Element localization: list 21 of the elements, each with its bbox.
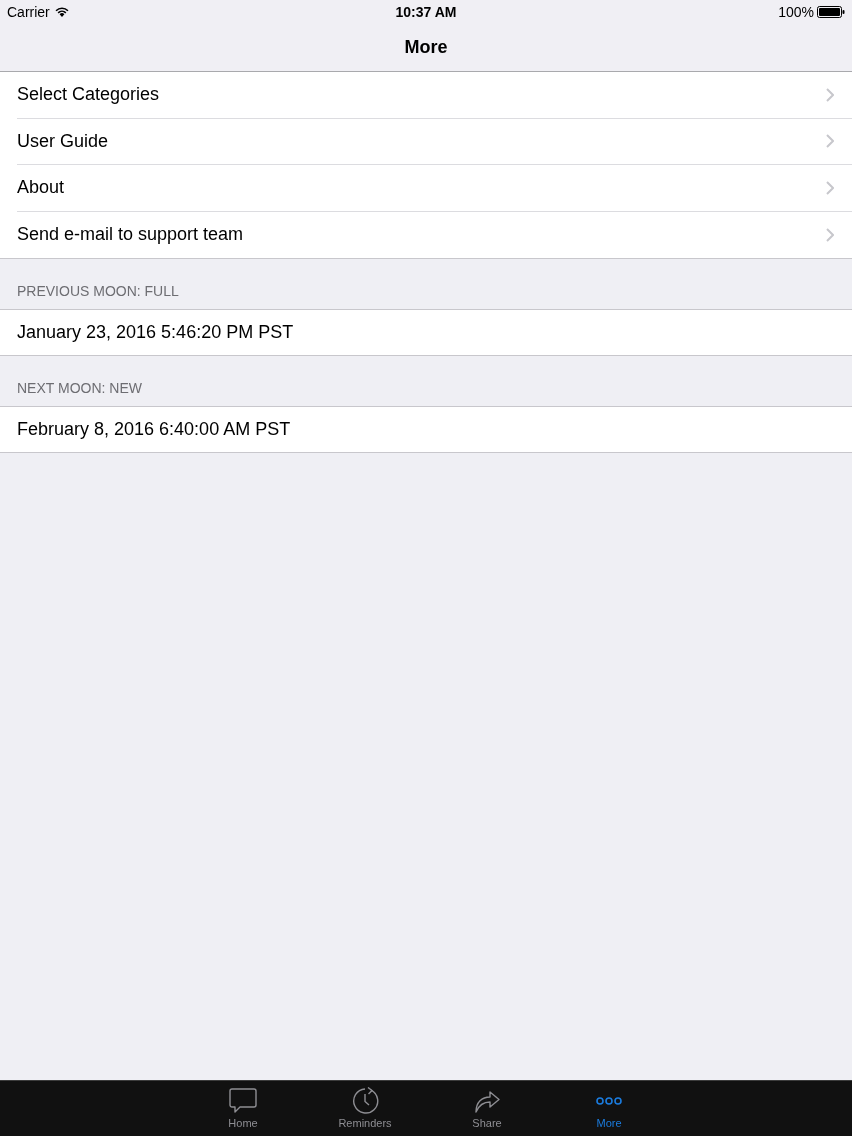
three-dots-icon bbox=[596, 1096, 622, 1105]
wifi-icon bbox=[54, 6, 69, 17]
moon-date: January 23, 2016 5:46:20 PM PST bbox=[17, 321, 294, 344]
tab-item[interactable]: Reminders bbox=[304, 1081, 426, 1136]
chevron-right-icon bbox=[826, 134, 834, 149]
battery-percent: 100% bbox=[778, 4, 814, 19]
tab-item[interactable]: Share bbox=[426, 1081, 548, 1136]
tab-item[interactable]: More bbox=[548, 1081, 670, 1136]
chevron-right-icon bbox=[826, 180, 834, 195]
tab-item[interactable]: Home bbox=[182, 1081, 304, 1136]
status-time: 10:37 AM bbox=[395, 4, 457, 19]
speech-bubble-icon bbox=[229, 1087, 257, 1114]
clock-icon bbox=[351, 1087, 379, 1114]
page-title: More bbox=[404, 35, 448, 59]
battery-icon bbox=[817, 5, 845, 18]
section-header: PREVIOUS MOON: FULL bbox=[17, 282, 179, 301]
carrier-name: Carrier bbox=[7, 4, 50, 19]
section-header: NEXT MOON: NEW bbox=[17, 379, 142, 398]
moon-date: February 8, 2016 6:40:00 AM PST bbox=[17, 418, 291, 441]
chevron-right-icon bbox=[826, 227, 834, 242]
chevron-right-icon bbox=[826, 87, 834, 102]
